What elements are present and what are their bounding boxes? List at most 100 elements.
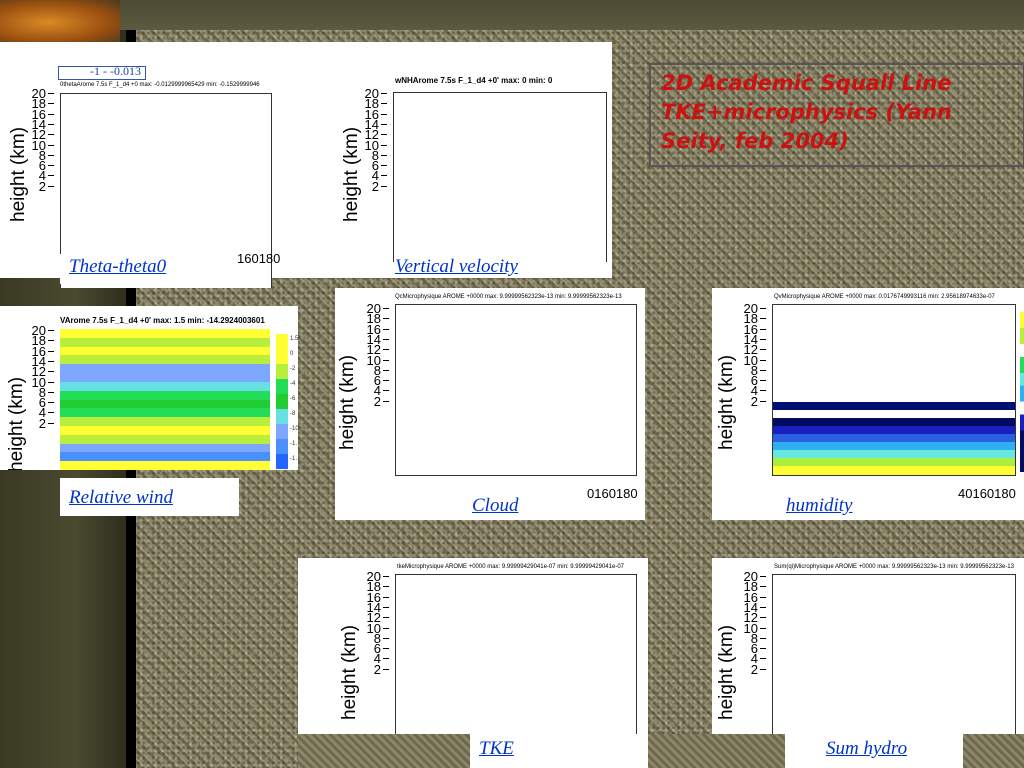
cloud-title: QcMicrophysique AROME +0000 max: 9.99999… (395, 294, 622, 300)
y-tick-mark (381, 123, 387, 125)
theta-annotation: -1 - -0.013 (90, 64, 141, 78)
sumhydro-caption[interactable]: Sum hydro (826, 738, 907, 760)
theta-xticks: 160180 (237, 251, 281, 266)
y-tick-mark (48, 340, 54, 342)
relwind-colorbar-label: -8 (290, 411, 296, 417)
y-tick-mark (383, 359, 389, 361)
y-tick-mark (760, 369, 766, 371)
relwind-colorbar-segment (276, 424, 288, 439)
y-tick-mark (760, 338, 766, 340)
y-tick-mark (381, 175, 387, 177)
vertical-title: wNHArome 7.5s F_1_d4 +0' max: 0 min: 0 (395, 76, 553, 85)
y-tick-mark (383, 390, 389, 392)
y-tick-mark (48, 412, 54, 414)
y-tick-mark (760, 308, 766, 309)
y-tick-mark (760, 576, 766, 577)
y-tick-mark (383, 318, 389, 320)
relwind-colorbar-label: 0 (290, 351, 294, 357)
y-tick-mark (48, 154, 54, 156)
relwind-title: VArome 7.5s F_1_d4 +0' max: 1.5 min: -14… (60, 316, 265, 325)
humidity-caption[interactable]: humidity (786, 495, 853, 517)
humidity-plot: QvMicrophysique AROME +0000 max: 0.01767… (712, 288, 1024, 520)
slide-headline: 2D Academic Squall Line TKE+microphysics… (661, 71, 952, 153)
y-tick-label: 2 (373, 661, 381, 677)
y-tick-mark (760, 318, 766, 320)
y-tick-mark (381, 93, 387, 94)
relwind-colorbar-label: -6 (290, 396, 296, 402)
y-tick-mark (760, 606, 766, 608)
y-tick-mark (383, 586, 389, 588)
humidity-colorbar (1020, 312, 1024, 472)
relwind-colorbar-label: -2 (290, 366, 296, 372)
relwind-colorbar-label: -1. (290, 441, 298, 447)
relwind-colorbar-label: -1. (290, 456, 298, 462)
y-tick-mark (760, 380, 766, 382)
y-tick-mark (381, 113, 387, 115)
sumhydro-title: Sum(qi)Microphysique AROME +0000 max: 9.… (774, 564, 1014, 570)
y-tick-mark (48, 360, 54, 362)
relwind-colorbar-label: 1.5 (290, 336, 298, 342)
relwind-colorbar-segment (276, 454, 288, 469)
y-tick-mark (381, 154, 387, 156)
y-tick-mark (760, 596, 766, 598)
relwind-colorbar-segment (276, 439, 288, 454)
y-tick-mark (383, 576, 389, 577)
relwind-colorbar: 1.5 0 -2 -4 -6 -8 -10 -1. -1. (276, 334, 298, 470)
y-tick-mark (760, 328, 766, 330)
vertical-caption[interactable]: Vertical velocity (395, 256, 518, 278)
relwind-colorbar-segment (276, 364, 288, 379)
y-tick-mark (48, 422, 54, 424)
y-tick-mark (48, 381, 54, 383)
y-tick-mark (383, 328, 389, 330)
y-tick-mark (383, 349, 389, 351)
y-tick-mark (760, 668, 766, 670)
y-tick-label: 2 (750, 393, 758, 409)
y-tick-mark (383, 606, 389, 608)
tke-title: tkeMicrophysique AROME +0000 max: 9.9999… (397, 564, 624, 570)
y-tick-mark (48, 185, 54, 187)
y-tick-mark (48, 113, 54, 115)
humidity-title: QvMicrophysique AROME +0000 max: 0.01767… (774, 294, 995, 300)
y-tick-mark (48, 134, 54, 136)
cloud-plot: QcMicrophysique AROME +0000 max: 9.99999… (335, 288, 645, 520)
y-tick-mark (383, 369, 389, 371)
y-tick-mark (381, 103, 387, 105)
relwind-colorbar-segment (276, 334, 288, 349)
relwind-caption[interactable]: Relative wind (69, 487, 173, 509)
top-border-bar (0, 0, 1024, 30)
y-tick-mark (381, 185, 387, 187)
y-tick-mark (760, 349, 766, 351)
vertical-frame (393, 92, 607, 262)
y-tick-mark (381, 144, 387, 146)
theta-caption[interactable]: Theta-theta0 (69, 256, 166, 278)
y-tick-mark (760, 617, 766, 619)
humidity-field (773, 402, 1015, 475)
y-tick-mark (48, 330, 54, 331)
y-tick-mark (48, 165, 54, 167)
y-tick-mark (48, 123, 54, 125)
relwind-colorbar-segment (276, 394, 288, 409)
y-tick-mark (383, 627, 389, 629)
y-tick-label: 2 (38, 178, 46, 194)
y-tick-mark (48, 391, 54, 393)
cloud-ylabel: height (km) (337, 354, 358, 450)
y-tick-mark (760, 648, 766, 650)
cloud-caption[interactable]: Cloud (472, 495, 518, 517)
humidity-ylabel: height (km) (716, 354, 737, 450)
relwind-colorbar-label: -4 (290, 381, 296, 387)
sumhydro-ylabel: height (km) (716, 624, 737, 720)
y-tick-mark (383, 400, 389, 402)
y-tick-label: 2 (38, 415, 46, 431)
y-tick-mark (383, 617, 389, 619)
relwind-colorbar-segment (276, 379, 288, 394)
humidity-xticks: 40160180 (958, 486, 1016, 501)
y-tick-mark (48, 103, 54, 105)
y-tick-mark (48, 93, 54, 94)
y-tick-label: 2 (750, 661, 758, 677)
y-tick-mark (48, 144, 54, 146)
y-tick-mark (381, 134, 387, 136)
y-tick-mark (760, 627, 766, 629)
autumn-leaf-decoration (0, 0, 120, 45)
y-tick-mark (760, 390, 766, 392)
tke-caption[interactable]: TKE (479, 738, 514, 760)
